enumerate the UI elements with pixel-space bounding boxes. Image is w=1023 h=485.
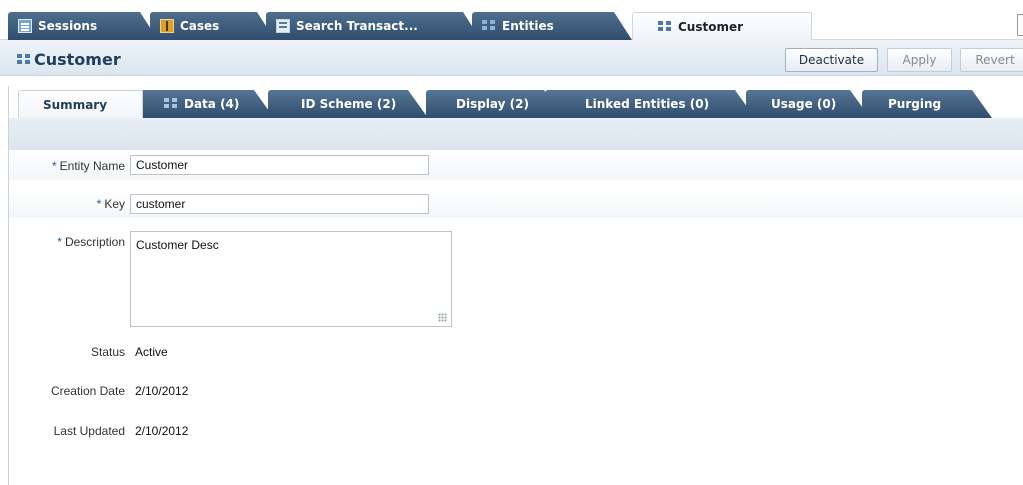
tab-sessions[interactable]: Sessions	[8, 12, 158, 40]
description-label: * Description	[57, 235, 125, 249]
last-updated-label: Last Updated	[53, 424, 125, 438]
sessions-icon	[18, 19, 32, 33]
status-label: Status	[90, 345, 125, 359]
page-title-text: Customer	[34, 50, 121, 69]
tab-label: Display (2)	[456, 97, 529, 111]
tab-label: Linked Entities (0)	[585, 97, 710, 111]
tab-data[interactable]: Data (4)	[138, 90, 274, 118]
data-icon	[164, 97, 178, 111]
tab-entities[interactable]: Entities	[472, 12, 632, 40]
tab-label: Sessions	[38, 19, 98, 33]
tab-cases[interactable]: Cases	[150, 12, 275, 40]
page-header: Customer Deactivate Apply Revert	[0, 40, 1023, 76]
tab-id-scheme[interactable]: ID Scheme (2)	[268, 90, 428, 118]
key-label: * Key	[96, 197, 125, 211]
detail-tab-bar: Summary Data (4) ID Scheme (2) Display (…	[0, 76, 1023, 124]
description-textarea[interactable]: Customer Desc	[130, 231, 452, 327]
tab-summary[interactable]: Summary	[18, 90, 143, 118]
tab-display[interactable]: Display (2)	[426, 90, 564, 118]
tab-purging[interactable]: Purging	[862, 90, 992, 118]
tab-customer[interactable]: Customer	[632, 12, 812, 40]
apply-button[interactable]: Apply	[887, 48, 952, 72]
required-marker: *	[57, 235, 62, 249]
required-marker: *	[51, 159, 57, 173]
deactivate-button[interactable]: Deactivate	[785, 48, 878, 72]
search-transactions-icon	[276, 19, 290, 33]
last-updated-value: 2/10/2012	[135, 424, 189, 438]
tab-label: ID Scheme (2)	[301, 97, 397, 111]
status-value: Active	[135, 345, 168, 359]
customer-entity-icon	[658, 20, 672, 34]
revert-button[interactable]: Revert	[960, 48, 1023, 72]
tab-search-transactions[interactable]: Search Transact...	[266, 12, 481, 40]
customer-entity-icon	[17, 53, 31, 67]
tab-usage[interactable]: Usage (0)	[746, 90, 870, 118]
tab-label: Purging	[888, 97, 942, 111]
resize-grip-icon[interactable]	[438, 313, 447, 322]
tab-linked-entities[interactable]: Linked Entities (0)	[545, 90, 755, 118]
tab-label: Customer	[678, 19, 744, 34]
tab-label: Summary	[43, 97, 108, 112]
document-tab-bar: Sessions Cases Search Transact... Entiti…	[0, 0, 1023, 40]
page-title: Customer	[17, 50, 121, 69]
entities-icon	[482, 19, 496, 33]
entity-name-label: * Entity Name	[51, 159, 125, 173]
tab-label: Usage (0)	[771, 97, 837, 111]
cases-icon	[160, 19, 174, 33]
tab-label: Data (4)	[184, 97, 240, 111]
tab-label: Cases	[180, 19, 220, 33]
entity-name-field[interactable]: Customer	[130, 155, 429, 175]
creation-date-value: 2/10/2012	[135, 384, 189, 398]
tab-overflow-button[interactable]	[1017, 14, 1023, 36]
creation-date-label: Creation Date	[50, 384, 125, 398]
key-field[interactable]: customer	[130, 194, 429, 214]
tab-label: Entities	[502, 19, 554, 33]
tab-label: Search Transact...	[296, 19, 418, 33]
required-marker: *	[96, 197, 102, 211]
description-text: Customer Desc	[136, 238, 219, 252]
